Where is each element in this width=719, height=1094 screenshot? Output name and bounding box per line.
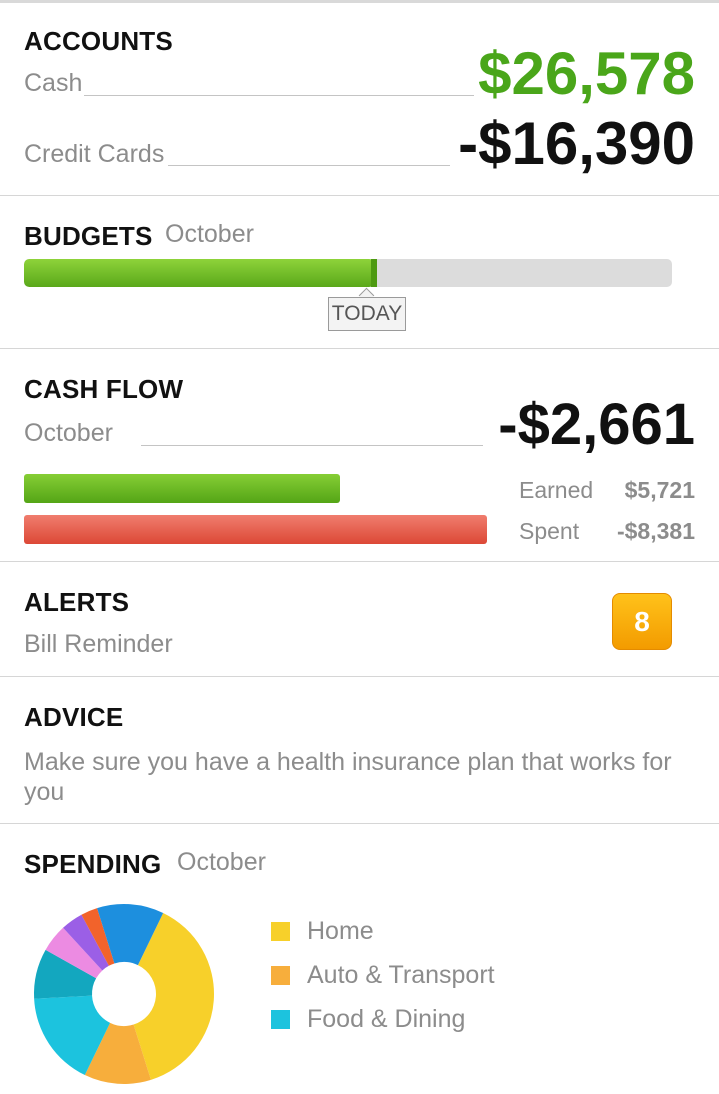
spent-bar [24, 515, 487, 544]
legend-label: Auto & Transport [307, 961, 495, 989]
budgets-month: October [165, 220, 254, 248]
legend-label: Food & Dining [307, 1005, 466, 1033]
budget-progress-fill [24, 259, 374, 287]
credit-cards-label: Credit Cards [24, 140, 165, 168]
advice-title: ADVICE [24, 702, 124, 732]
budgets-card[interactable]: BUDGETS October TODAY [0, 196, 719, 349]
spending-month: October [177, 848, 266, 876]
today-marker [371, 259, 377, 287]
cash-flow-leader-line [141, 445, 483, 446]
legend-swatch [271, 922, 290, 941]
earned-amount: $5,721 [624, 477, 695, 503]
alerts-card[interactable]: ALERTS Bill Reminder 8 [0, 562, 719, 677]
today-label: TODAY [328, 297, 406, 331]
spending-card[interactable]: SPENDING October Home Auto & Transport Foo… [0, 824, 719, 1084]
advice-card[interactable]: ADVICE Make sure you have a health insur… [0, 677, 719, 824]
cash-flow-title: CASH FLOW [24, 374, 184, 404]
cash-label: Cash [24, 69, 83, 97]
cash-flow-card[interactable]: CASH FLOW October -$2,661 Earned $5,721 … [0, 349, 719, 562]
legend-swatch [271, 1010, 290, 1029]
earned-bar [24, 474, 340, 503]
legend-label: Home [307, 917, 374, 945]
cash-amount: $26,578 [478, 40, 695, 107]
spent-label: Spent [519, 518, 580, 544]
spending-donut-chart[interactable] [24, 894, 224, 1094]
credit-leader-line [168, 165, 450, 166]
cash-leader-line [84, 95, 474, 96]
credit-cards-amount: -$16,390 [458, 110, 695, 177]
budget-progress-track [24, 259, 672, 287]
legend-swatch [271, 966, 290, 985]
spending-title: SPENDING [24, 849, 162, 879]
spent-amount: -$8,381 [616, 518, 695, 544]
alerts-subtitle: Bill Reminder [24, 630, 173, 658]
accounts-card[interactable]: ACCOUNTS Cash $26,578 Credit Cards -$16,… [0, 3, 719, 196]
budgets-title: BUDGETS [24, 221, 153, 251]
alerts-count-badge[interactable]: 8 [612, 593, 672, 650]
alerts-title: ALERTS [24, 587, 130, 617]
cash-flow-month: October [24, 419, 113, 447]
advice-text: Make sure you have a health insurance pl… [24, 748, 672, 806]
earned-label: Earned [519, 477, 594, 503]
cash-flow-net-amount: -$2,661 [498, 392, 695, 457]
accounts-title: ACCOUNTS [24, 26, 173, 56]
